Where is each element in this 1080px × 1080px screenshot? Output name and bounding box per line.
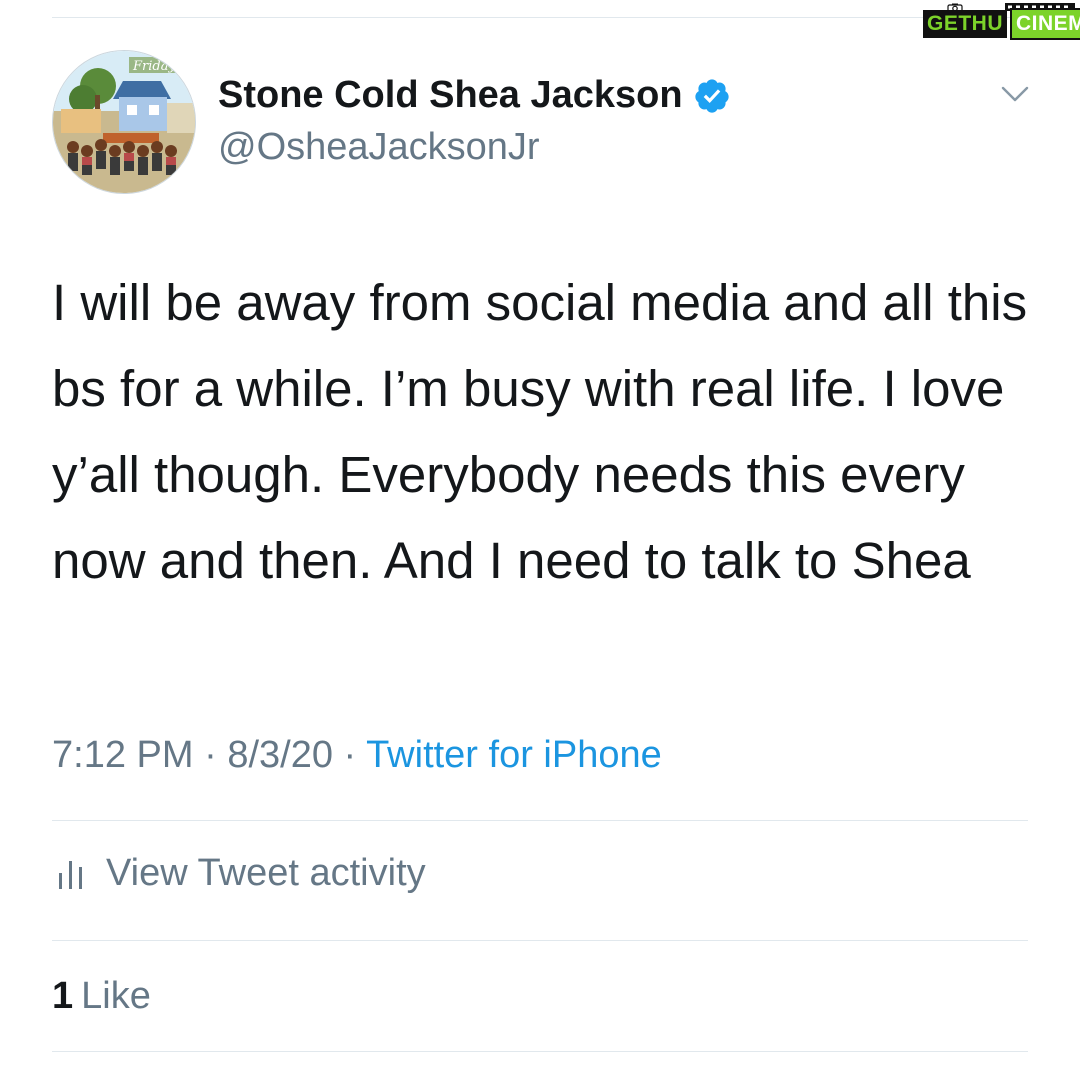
likes-label: Like	[81, 975, 151, 1017]
verified-badge-icon	[694, 78, 729, 113]
tweet-time[interactable]: 7:12 PM	[52, 734, 194, 776]
watermark-text-cinema: CINEMA	[1010, 8, 1080, 40]
divider	[52, 940, 1028, 941]
watermark-wordmark: GETHU CINEMA	[923, 8, 1080, 40]
author-display-name[interactable]: Stone Cold Shea Jackson	[218, 74, 683, 117]
watermark-text-gethu: GETHU	[923, 10, 1007, 38]
author-handle[interactable]: @OsheaJacksonJr	[218, 126, 540, 169]
meta-separator: ·	[193, 734, 228, 776]
bar-chart-icon	[59, 860, 82, 889]
tweet-date[interactable]: 8/3/20	[227, 734, 333, 776]
activity-label: View Tweet activity	[106, 852, 426, 894]
likes-count: 1	[52, 975, 74, 1017]
view-tweet-activity-link[interactable]: View Tweet activity	[58, 852, 426, 895]
tweet-source-link[interactable]: Twitter for iPhone	[366, 734, 662, 776]
avatar-illustration: Friday	[53, 51, 195, 193]
tweet-text: I will be away from social media and all…	[52, 274, 1028, 589]
tweet-meta: 7:12 PM · 8/3/20 · Twitter for iPhone	[52, 734, 662, 777]
avatar-sign-text: Friday	[132, 59, 176, 74]
author-name-row[interactable]: Stone Cold Shea Jackson	[218, 74, 731, 117]
likes-count-link[interactable]: 1 Like	[52, 975, 151, 1018]
watermark-logo: GETHU CINEMA	[915, 3, 1080, 41]
chevron-down-icon[interactable]	[997, 82, 1033, 106]
divider	[52, 1051, 1028, 1052]
divider	[52, 820, 1028, 821]
meta-separator: ·	[332, 734, 367, 776]
profile-avatar[interactable]: Friday	[52, 50, 196, 194]
top-divider	[52, 17, 1028, 18]
